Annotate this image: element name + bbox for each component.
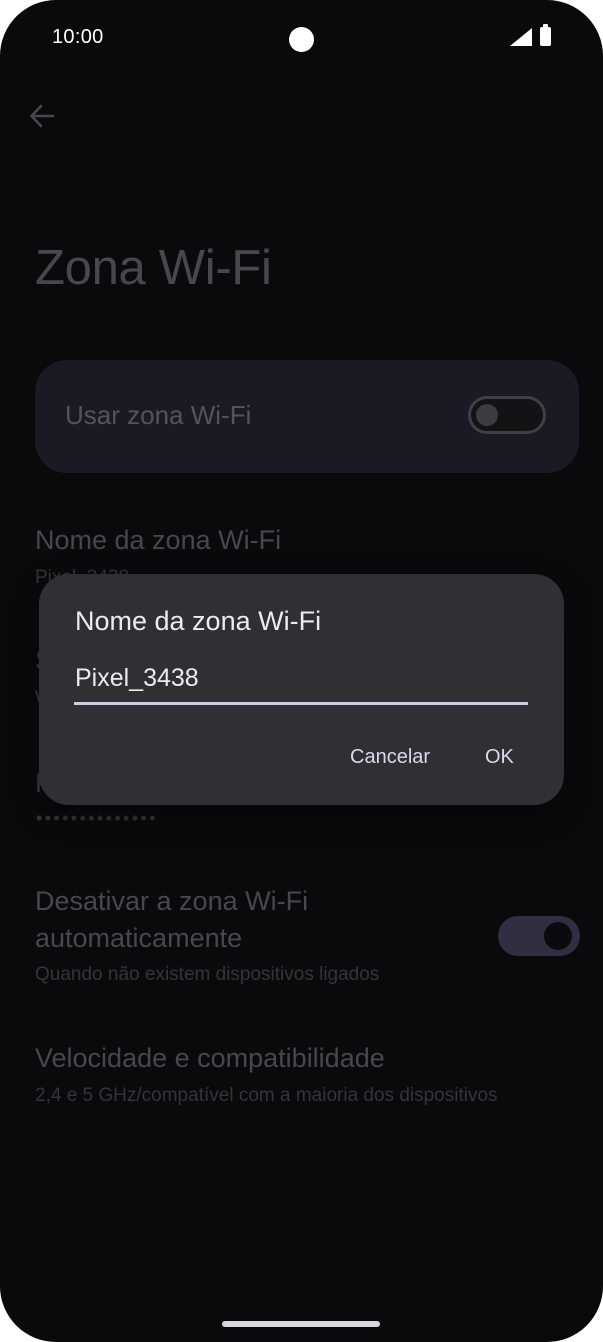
- status-bar: 10:00: [0, 0, 603, 76]
- status-time: 10:00: [52, 26, 104, 48]
- ok-button[interactable]: OK: [485, 746, 514, 769]
- battery-icon: [540, 24, 551, 46]
- cell-signal-icon: [510, 28, 532, 46]
- hotspot-name-input[interactable]: Pixel_3438: [74, 660, 528, 705]
- front-camera: [289, 27, 314, 52]
- cancel-button[interactable]: Cancelar: [350, 746, 430, 769]
- dialog-title: Nome da zona Wi-Fi: [75, 606, 322, 636]
- phone-screen: 10:00 Zona Wi-Fi Usar zona Wi-Fi Nome da…: [0, 0, 603, 1342]
- hotspot-name-input-value[interactable]: Pixel_3438: [75, 664, 199, 693]
- gesture-nav-handle[interactable]: [222, 1321, 380, 1327]
- hotspot-name-dialog: Nome da zona Wi-Fi Pixel_3438 Cancelar O…: [39, 574, 564, 805]
